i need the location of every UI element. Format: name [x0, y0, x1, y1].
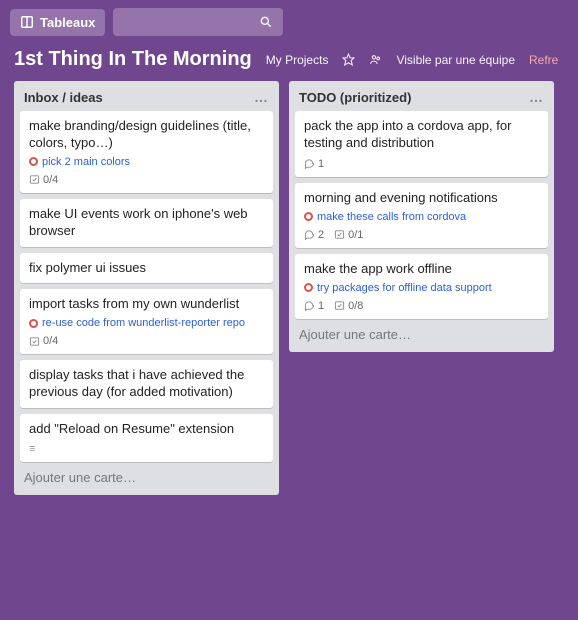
boards-icon: [20, 15, 34, 29]
warning-icon: [29, 157, 38, 166]
checklist-badge: 0/4: [29, 335, 58, 347]
comment-icon: [304, 158, 315, 169]
card-title: morning and evening notifications: [304, 190, 539, 207]
card-warning: re-use code from wunderlist-reporter rep…: [29, 317, 264, 329]
card[interactable]: import tasks from my own wunderlist re-u…: [20, 289, 273, 354]
card[interactable]: display tasks that i have achieved the p…: [20, 360, 273, 408]
comment-icon: [304, 300, 315, 311]
list-menu-icon[interactable]: …: [254, 89, 269, 105]
card-warning: pick 2 main colors: [29, 156, 264, 168]
refresh-button[interactable]: Refre: [529, 53, 558, 67]
card[interactable]: make UI events work on iphone's web brow…: [20, 199, 273, 247]
comments-badge: 2: [304, 229, 324, 241]
search-input[interactable]: [113, 8, 283, 36]
card[interactable]: make branding/design guidelines (title, …: [20, 111, 273, 193]
card-title: make branding/design guidelines (title, …: [29, 118, 264, 152]
comments-badge: 1: [304, 158, 324, 170]
list-menu-icon[interactable]: …: [529, 89, 544, 105]
list-title[interactable]: Inbox / ideas: [24, 90, 103, 105]
lists-container: Inbox / ideas … make branding/design gui…: [0, 81, 578, 503]
card-title: import tasks from my own wunderlist: [29, 296, 264, 313]
card[interactable]: morning and evening notifications make t…: [295, 183, 548, 248]
card-title: display tasks that i have achieved the p…: [29, 367, 264, 401]
list-title[interactable]: TODO (prioritized): [299, 90, 411, 105]
card-title: make the app work offline: [304, 261, 539, 278]
star-icon[interactable]: [342, 53, 355, 66]
list-todo-prioritized: TODO (prioritized) … pack the app into a…: [289, 81, 554, 352]
warning-icon: [304, 212, 313, 221]
list-inbox-ideas: Inbox / ideas … make branding/design gui…: [14, 81, 279, 495]
my-projects-link[interactable]: My Projects: [266, 53, 329, 67]
card-warning: try packages for offline data support: [304, 282, 539, 294]
warning-icon: [29, 319, 38, 328]
checklist-icon: [334, 300, 345, 311]
checklist-badge: 0/8: [334, 300, 363, 312]
add-card-button[interactable]: Ajouter une carte…: [289, 319, 554, 352]
board-header: 1st Thing In The Morning My Projects Vis…: [0, 44, 578, 81]
checklist-icon: [29, 336, 40, 347]
card-title: pack the app into a cordova app, for tes…: [304, 118, 539, 152]
card-title: make UI events work on iphone's web brow…: [29, 206, 264, 240]
checklist-icon: [29, 174, 40, 185]
search-icon: [259, 15, 273, 29]
boards-label: Tableaux: [40, 15, 95, 30]
boards-button[interactable]: Tableaux: [10, 9, 105, 36]
checklist-badge: 0/1: [334, 229, 363, 241]
card[interactable]: pack the app into a cordova app, for tes…: [295, 111, 548, 177]
team-icon: [369, 53, 382, 66]
topbar: Tableaux: [0, 0, 578, 44]
comment-icon: [304, 229, 315, 240]
board-title[interactable]: 1st Thing In The Morning: [14, 48, 252, 71]
card-warning: make these calls from cordova: [304, 211, 539, 223]
card[interactable]: make the app work offline try packages f…: [295, 254, 548, 319]
card-title: fix polymer ui issues: [29, 260, 264, 277]
comments-badge: 1: [304, 300, 324, 312]
card-title: add "Reload on Resume" extension: [29, 421, 264, 438]
checklist-icon: [334, 229, 345, 240]
description-icon: ≡: [29, 443, 264, 455]
warning-icon: [304, 283, 313, 292]
checklist-badge: 0/4: [29, 174, 58, 186]
card[interactable]: fix polymer ui issues: [20, 253, 273, 284]
visibility-label[interactable]: Visible par une équipe: [396, 53, 515, 67]
add-card-button[interactable]: Ajouter une carte…: [14, 462, 279, 495]
card[interactable]: add "Reload on Resume" extension ≡: [20, 414, 273, 462]
